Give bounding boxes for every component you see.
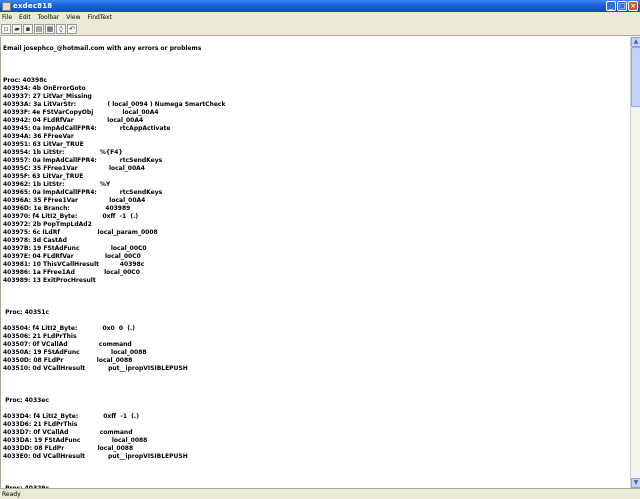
text-line	[3, 389, 225, 397]
text-line: Proc: 40351c	[3, 309, 50, 316]
scroll-down-icon[interactable]: ▼	[631, 478, 640, 488]
text-line: 403507: 0f VCallAd command	[3, 341, 132, 348]
text-line: 403957: 0a ImpAdCallFPR4: rtcSendKeys	[3, 157, 163, 164]
menu-findtext[interactable]: FindText	[88, 14, 112, 21]
menu-edit[interactable]: Edit	[19, 14, 31, 21]
text-line: 40394A: 36 FFreeVar	[3, 133, 74, 140]
text-line	[3, 293, 225, 301]
text-line: 403981: 10 ThisVCallHresult 40398c	[3, 261, 145, 268]
text-line: 4033D6: 21 FLdPrThis	[3, 421, 78, 428]
text-line: 40393A: 3a LitVarStr: ( local_0094 ) Num…	[3, 101, 226, 108]
text-line	[3, 301, 225, 309]
menu-file[interactable]: File	[2, 14, 12, 21]
text-line: Email josephco_@hotmail.com with any err…	[3, 45, 202, 52]
text-line: 403951: 63 LitVar_TRUE	[3, 141, 84, 148]
text-line: 4033E0: 0d VCallHresult put__ipropVISIBL…	[3, 453, 188, 460]
scroll-thumb[interactable]	[631, 47, 640, 107]
text-line: 403510: 0d VCallHresult put__ipropVISIBL…	[3, 365, 188, 372]
text-line	[3, 381, 225, 389]
text-line: 403965: 0a ImpAdCallFPR4: rtcSendKeys	[3, 189, 163, 196]
window-title: exdec818	[13, 2, 53, 10]
text-line	[3, 405, 225, 413]
text-line: 403975: 6c ILdRf local_param_0008	[3, 229, 158, 236]
text-line: 403954: 1b LitStr: %{F4}	[3, 149, 123, 156]
text-line: 403986: 1a FFree1Ad local_00C0	[3, 269, 140, 276]
status-bar: Ready	[0, 488, 640, 499]
maximize-button[interactable]: □	[617, 1, 627, 11]
scroll-up-icon[interactable]: ▲	[631, 37, 640, 47]
undo-icon[interactable]: ↶	[67, 24, 77, 34]
text-editor[interactable]: Email josephco_@hotmail.com with any err…	[0, 37, 630, 488]
text-line: 403970: f4 LitI2_Byte: 0xff -1 (.)	[3, 213, 139, 220]
menu-view[interactable]: View	[66, 14, 80, 21]
text-line	[3, 61, 225, 69]
find-icon[interactable]: ▦	[45, 24, 55, 34]
text-line: 403506: 21 FLdPrThis	[3, 333, 77, 340]
status-text: Ready	[2, 490, 21, 498]
app-icon	[2, 1, 11, 11]
close-button[interactable]: ×	[628, 1, 638, 11]
text-line: 403978: 3d CastAd	[3, 237, 67, 244]
text-line: Proc: 40398c	[3, 77, 47, 84]
text-line: 403945: 0a ImpAdCallFPR4: rtcAppActivate	[3, 125, 171, 132]
text-line: 4033D4: f4 LitI2_Byte: 0xff -1 (.)	[3, 413, 139, 420]
text-line: 40396D: 1e Branch: 403989	[3, 205, 131, 212]
open-icon[interactable]: ▰	[12, 24, 22, 34]
text-line: 4033D7: 0f VCallAd command	[3, 429, 133, 436]
vertical-scrollbar[interactable]: ▲ ▼	[630, 37, 640, 488]
text-line: Proc: 4033ec	[3, 397, 49, 404]
title-bar: exdec818 _ □ ×	[0, 0, 640, 12]
options-icon[interactable]: ◊	[56, 24, 66, 34]
text-line: 40393F: 4e FStVarCopyObj local_00A4	[3, 109, 159, 116]
text-line: 40395C: 35 FFree1Var local_00A4	[3, 165, 145, 172]
menu-toolbar[interactable]: Toolbar	[38, 14, 60, 21]
text-line: 403504: f4 LitI2_Byte: 0x0 0 (.)	[3, 325, 135, 332]
decompiled-text: Email josephco_@hotmail.com with any err…	[3, 45, 225, 488]
text-line	[3, 477, 225, 485]
text-line: 403937: 27 LitVar_Missing	[3, 93, 92, 100]
text-line: 403972: 2b PopTmpLdAd2	[3, 221, 92, 228]
minimize-button[interactable]: _	[606, 1, 616, 11]
text-line	[3, 461, 225, 469]
text-line: 4033DD: 08 FLdPr local_0088	[3, 445, 134, 452]
text-line: 40395F: 63 LitVar_TRUE	[3, 173, 84, 180]
text-line: 40350A: 19 FStAdFunc local_0088	[3, 349, 147, 356]
text-line	[3, 69, 225, 77]
toolbar: ▫ ▰ ▪ ▤ ▦ ◊ ↶	[0, 23, 640, 36]
print-icon[interactable]: ▤	[34, 24, 44, 34]
text-line: 403942: 04 FLdRfVar local_00A4	[3, 117, 144, 124]
text-line	[3, 53, 225, 61]
text-line: 403989: 13 ExitProcHresult	[3, 277, 96, 284]
text-line: 40397E: 04 FLdRfVar local_00C0	[3, 253, 141, 260]
text-line: 403962: 1b LitStr: %Y	[3, 181, 111, 188]
window-controls: _ □ ×	[606, 1, 638, 11]
text-line: 40350D: 08 FLdPr local_0088	[3, 357, 133, 364]
text-line: 40397B: 19 FStAdFunc local_00C0	[3, 245, 147, 252]
text-line	[3, 469, 225, 477]
text-line	[3, 317, 225, 325]
text-line	[3, 285, 225, 293]
save-icon[interactable]: ▪	[23, 24, 33, 34]
text-line: 40396A: 35 FFree1Var local_00A4	[3, 197, 146, 204]
text-line	[3, 373, 225, 381]
menu-bar: File Edit Toolbar View FindText	[0, 12, 640, 23]
text-line: 403934: 4b OnErrorGoto	[3, 85, 86, 92]
new-icon[interactable]: ▫	[1, 24, 11, 34]
text-line: 4033DA: 19 FStAdFunc local_0088	[3, 437, 148, 444]
